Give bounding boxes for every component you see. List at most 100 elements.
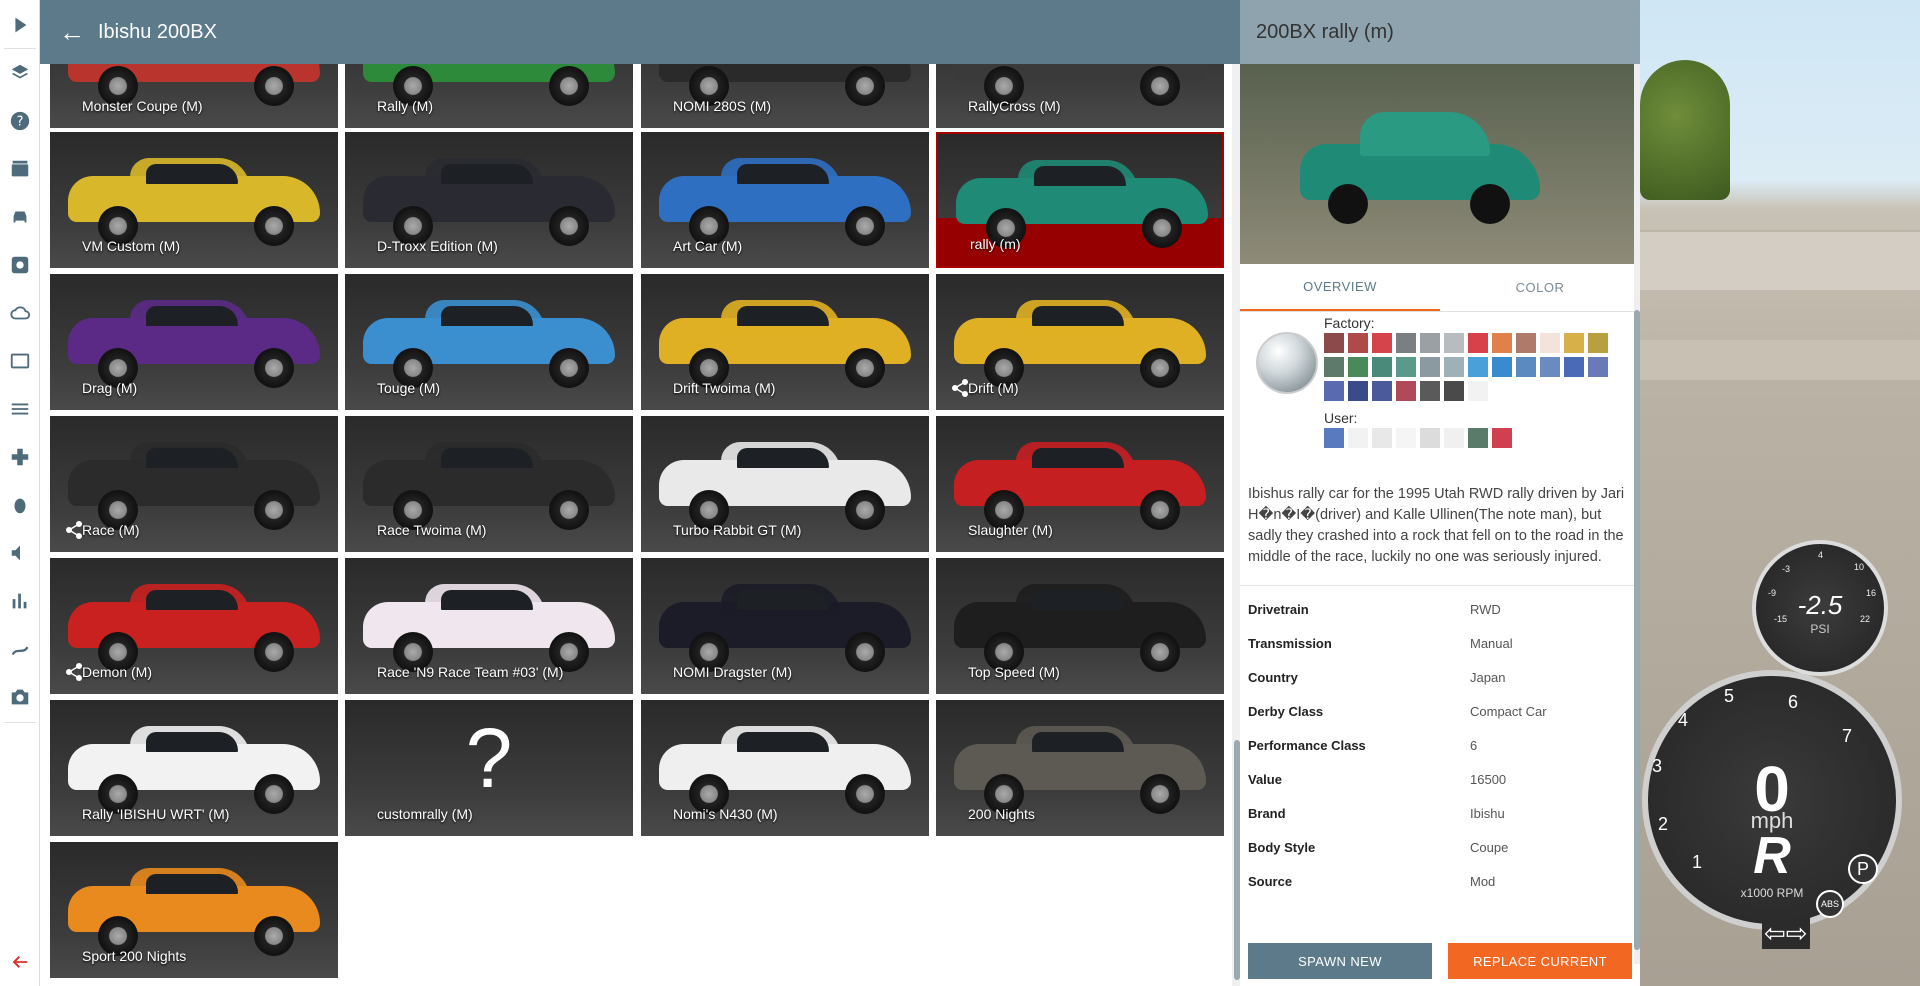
- config-tile[interactable]: Art Car (M): [641, 132, 929, 268]
- color-swatch[interactable]: [1348, 333, 1368, 353]
- config-tile[interactable]: D-Troxx Edition (M): [345, 132, 633, 268]
- replace-current-button[interactable]: REPLACE CURRENT: [1448, 943, 1632, 979]
- color-swatch[interactable]: [1468, 428, 1488, 448]
- config-tile[interactable]: Demon (M): [50, 558, 338, 694]
- color-swatch[interactable]: [1540, 333, 1560, 353]
- spec-value: Coupe: [1470, 839, 1509, 855]
- config-label: Sport 200 Nights: [82, 948, 187, 964]
- color-swatch[interactable]: [1468, 357, 1488, 377]
- back-arrow-icon[interactable]: ←: [40, 0, 104, 64]
- panel-scroll-thumb[interactable]: [1634, 310, 1640, 950]
- spec-value: Manual: [1470, 635, 1513, 651]
- share-icon: [66, 521, 82, 539]
- config-tile[interactable]: Touge (M): [345, 274, 633, 410]
- color-swatch[interactable]: [1564, 333, 1584, 353]
- exit-arrow-icon[interactable]: [0, 942, 40, 982]
- config-tile[interactable]: NOMI Dragster (M): [641, 558, 929, 694]
- car-thumbnail: [363, 438, 615, 530]
- color-swatch[interactable]: [1444, 428, 1464, 448]
- color-swatch[interactable]: [1444, 381, 1464, 401]
- config-tile[interactable]: Turbo Rabbit GT (M): [641, 416, 929, 552]
- config-tile[interactable]: Slaughter (M): [936, 416, 1224, 552]
- cloud-icon[interactable]: [0, 293, 40, 333]
- color-swatch[interactable]: [1492, 428, 1512, 448]
- gamepad-icon[interactable]: [0, 437, 40, 477]
- color-swatch[interactable]: [1516, 357, 1536, 377]
- route-icon[interactable]: [0, 629, 40, 669]
- config-tile[interactable]: VM Custom (M): [50, 132, 338, 268]
- config-tile[interactable]: Drag (M): [50, 274, 338, 410]
- color-swatch[interactable]: [1420, 357, 1440, 377]
- color-swatch[interactable]: [1324, 381, 1344, 401]
- color-swatch[interactable]: [1492, 357, 1512, 377]
- color-swatch[interactable]: [1396, 428, 1416, 448]
- config-tile[interactable]: rally (m): [936, 132, 1224, 268]
- color-swatch[interactable]: [1420, 333, 1440, 353]
- user-swatches: [1324, 428, 1608, 448]
- boost-tick: 22: [1860, 614, 1871, 624]
- color-swatch[interactable]: [1468, 381, 1488, 401]
- color-swatch[interactable]: [1420, 381, 1440, 401]
- config-label: Monster Coupe (M): [82, 98, 203, 114]
- spawn-new-button[interactable]: SPAWN NEW: [1248, 943, 1432, 979]
- config-tile[interactable]: RallyCross (M): [936, 64, 1224, 128]
- color-swatch[interactable]: [1516, 333, 1536, 353]
- tab-overview[interactable]: OVERVIEW: [1240, 264, 1440, 311]
- config-tile[interactable]: Drift Twoima (M): [641, 274, 929, 410]
- bug-icon[interactable]: [0, 485, 40, 525]
- color-swatch[interactable]: [1348, 381, 1368, 401]
- config-tile[interactable]: ? customrally (M): [345, 700, 633, 836]
- color-swatch[interactable]: [1372, 381, 1392, 401]
- config-tile[interactable]: Race (M): [50, 416, 338, 552]
- app-header: ← Ibishu 200BX: [40, 0, 1240, 64]
- color-swatch[interactable]: [1372, 357, 1392, 377]
- color-swatch[interactable]: [1468, 333, 1488, 353]
- spec-row: Drivetrain RWD: [1240, 592, 1640, 626]
- color-swatch[interactable]: [1444, 357, 1464, 377]
- config-tile[interactable]: 200 Nights: [936, 700, 1224, 836]
- color-swatch[interactable]: [1372, 428, 1392, 448]
- tune-icon[interactable]: [0, 389, 40, 429]
- color-swatch[interactable]: [1396, 333, 1416, 353]
- config-tile[interactable]: Top Speed (M): [936, 558, 1224, 694]
- layers-icon[interactable]: [0, 53, 40, 93]
- color-swatch[interactable]: [1540, 357, 1560, 377]
- volume-icon[interactable]: [0, 533, 40, 573]
- settings-icon[interactable]: [0, 245, 40, 285]
- camera-icon[interactable]: [0, 677, 40, 717]
- color-swatch[interactable]: [1444, 333, 1464, 353]
- config-tile[interactable]: Race 'N9 Race Team #03' (M): [345, 558, 633, 694]
- color-swatch[interactable]: [1372, 333, 1392, 353]
- color-swatch[interactable]: [1396, 357, 1416, 377]
- color-swatch[interactable]: [1396, 381, 1416, 401]
- config-tile[interactable]: Drift (M): [936, 274, 1224, 410]
- color-swatch[interactable]: [1588, 357, 1608, 377]
- color-swatch[interactable]: [1588, 333, 1608, 353]
- color-swatch[interactable]: [1324, 357, 1344, 377]
- config-tile[interactable]: NOMI 280S (M): [641, 64, 929, 128]
- color-swatch[interactable]: [1348, 357, 1368, 377]
- config-tile[interactable]: Race Twoima (M): [345, 416, 633, 552]
- clapper-icon[interactable]: [0, 149, 40, 189]
- config-tile[interactable]: Monster Coupe (M): [50, 64, 338, 128]
- play-icon[interactable]: [0, 5, 40, 45]
- color-swatch[interactable]: [1564, 357, 1584, 377]
- color-swatch[interactable]: [1348, 428, 1368, 448]
- config-tile[interactable]: Nomi's N430 (M): [641, 700, 929, 836]
- color-swatch[interactable]: [1324, 333, 1344, 353]
- car-icon[interactable]: [0, 197, 40, 237]
- color-swatch[interactable]: [1420, 428, 1440, 448]
- color-swatch[interactable]: [1324, 428, 1344, 448]
- dashboard-icon[interactable]: [0, 341, 40, 381]
- config-tile[interactable]: Rally 'IBISHU WRT' (M): [50, 700, 338, 836]
- config-tile[interactable]: Sport 200 Nights: [50, 842, 338, 978]
- config-label: Drag (M): [82, 380, 138, 396]
- stats-icon[interactable]: [0, 581, 40, 621]
- config-tile[interactable]: Rally (M): [345, 64, 633, 128]
- color-swatch[interactable]: [1492, 333, 1512, 353]
- car-thumbnail: [68, 64, 320, 106]
- tab-color[interactable]: COLOR: [1440, 264, 1640, 311]
- share-icon: [66, 663, 82, 681]
- help-icon[interactable]: ?: [0, 101, 40, 141]
- car-thumbnail: [954, 722, 1206, 814]
